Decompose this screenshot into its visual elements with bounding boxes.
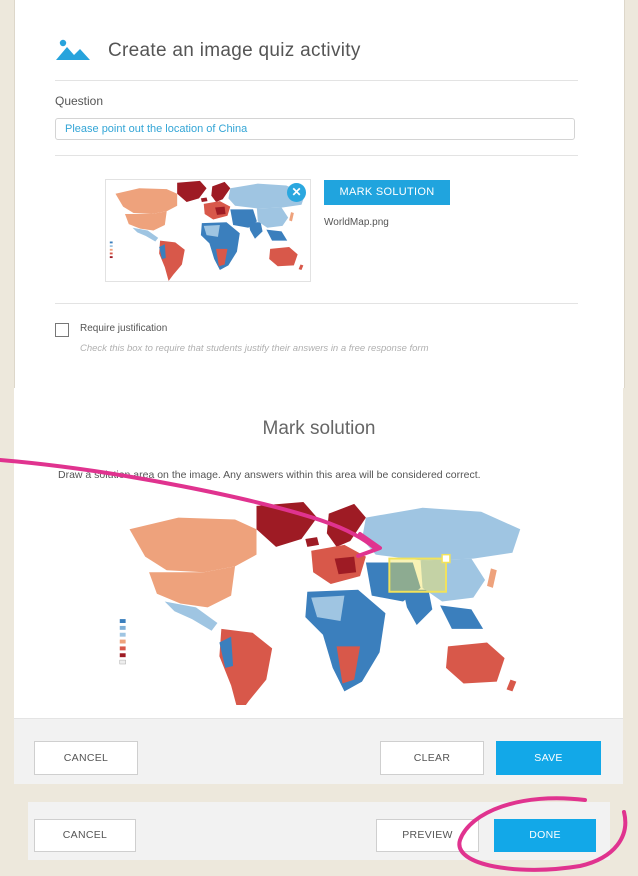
mark-solution-button[interactable]: MARK SOLUTION [324,180,450,205]
divider [55,155,578,156]
require-justification-checkbox[interactable] [55,323,69,337]
preview-button[interactable]: PREVIEW [376,819,479,852]
solution-area[interactable] [388,557,447,593]
require-justification-hint: Check this box to require that students … [80,343,429,354]
save-solution-button[interactable]: SAVE [496,741,601,775]
world-map-thumbnail [109,180,306,281]
clear-solution-button[interactable]: CLEAR [380,741,484,775]
mark-solution-title: Mark solution [262,418,376,439]
close-icon[interactable] [441,553,451,564]
image-filename: WorldMap.png [324,217,389,228]
cancel-activity-button[interactable]: CANCEL [34,819,136,852]
done-button[interactable]: DONE [494,819,596,852]
divider [55,303,578,304]
solution-map-canvas[interactable] [110,500,530,705]
question-input[interactable] [55,118,575,140]
question-label: Question [55,94,104,108]
require-justification-label: Require justification [80,323,168,334]
remove-image-button[interactable]: ✕ [287,183,306,202]
image-thumbnail [105,179,311,282]
landscape-image-icon [56,39,90,60]
mark-solution-description: Draw a solution area on the image. Any a… [58,469,481,481]
divider [55,80,578,81]
cancel-solution-button[interactable]: CANCEL [34,741,138,775]
page-title: Create an image quiz activity [108,40,361,61]
close-icon: ✕ [291,185,302,199]
